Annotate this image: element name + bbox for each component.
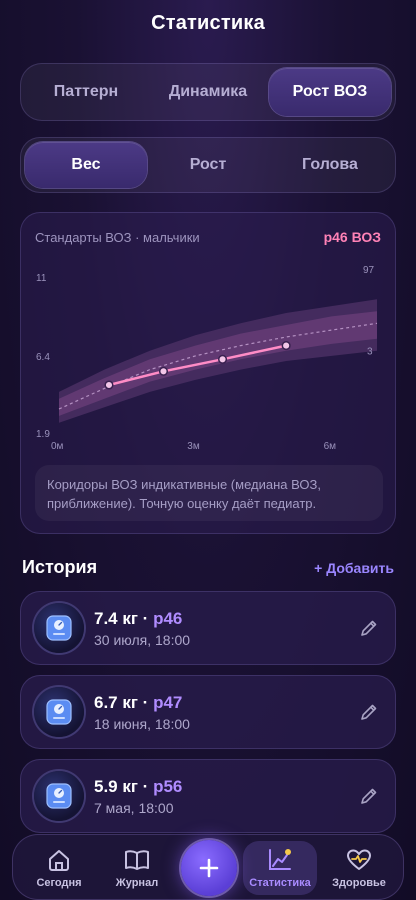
scale-icon (34, 603, 84, 653)
tab-height[interactable]: Рост (147, 142, 269, 188)
add-fab-button[interactable] (181, 840, 237, 896)
book-icon (125, 850, 149, 870)
entry-date: 7 мая, 18:00 (94, 800, 174, 816)
tab-who-growth[interactable]: Рост ВОЗ (269, 68, 391, 116)
chart-header: Стандарты ВОЗ · мальчики p46 ВОЗ (35, 229, 381, 245)
who-chart-card: Стандарты ВОЗ · мальчики p46 ВОЗ 11 6.4 1.… (20, 212, 396, 534)
data-point (158, 366, 169, 376)
pencil-icon[interactable] (359, 618, 379, 638)
x-tick-label: 3м (187, 441, 200, 452)
tab-today[interactable]: Сегодня (23, 841, 95, 895)
history-entry[interactable]: 6.7 кг · p47 18 июня, 18:00 (20, 675, 396, 749)
chart-note: Коридоры ВОЗ индикативные (медиана ВОЗ, … (35, 465, 383, 521)
history-entry[interactable]: 7.4 кг · p46 30 июля, 18:00 (20, 591, 396, 665)
home-icon (49, 850, 69, 871)
entry-value: 7.4 кг · p46 (94, 609, 183, 628)
metric-segmented-control: Вес Рост Голова (20, 137, 396, 193)
tab-label: Журнал (115, 877, 159, 889)
tab-statistics[interactable]: Статистика (243, 841, 317, 895)
heart-icon (347, 849, 371, 870)
tab-dynamics[interactable]: Динамика (147, 68, 269, 116)
add-entry-button[interactable]: + Добавить (314, 560, 394, 576)
scale-icon (34, 771, 84, 821)
tab-weight[interactable]: Вес (25, 142, 147, 188)
entry-value: 6.7 кг · p47 (94, 693, 183, 712)
tab-head[interactable]: Голова (269, 142, 391, 188)
screen: Статистика Паттерн Динамика Рост ВОЗ Вес… (0, 0, 416, 900)
chart-icon (269, 849, 291, 870)
data-point (217, 354, 228, 364)
band-label-lower: 3 (367, 347, 373, 358)
tab-label: Здоровье (332, 877, 386, 889)
chart-subtitle: Стандарты ВОЗ · мальчики (35, 229, 200, 245)
pencil-icon[interactable] (359, 702, 379, 722)
y-tick-label: 11 (36, 273, 47, 284)
y-tick-label: 6.4 (36, 352, 50, 363)
tab-pattern[interactable]: Паттерн (25, 68, 147, 116)
entry-date: 30 июля, 18:00 (94, 632, 191, 648)
growth-chart: 11 6.4 1.90м 3м 6м 97 3 (36, 265, 378, 452)
data-point (281, 341, 291, 351)
scale-icon (34, 687, 84, 737)
tab-label: Статистика (249, 877, 311, 889)
x-tick-label: 6м (324, 441, 337, 452)
percentile-badge: p46 ВОЗ (323, 229, 381, 245)
history-header: История + Добавить (22, 557, 394, 578)
x-tick-label: 0м (51, 441, 64, 452)
view-segmented-control: Паттерн Динамика Рост ВОЗ (20, 63, 396, 121)
y-tick-label: 1.9 (36, 429, 50, 440)
entry-date: 18 июня, 18:00 (94, 716, 190, 732)
band-label-upper: 97 (363, 265, 375, 276)
history-title: История (22, 557, 98, 577)
plus-icon (199, 858, 219, 878)
history-entry[interactable]: 5.9 кг · p56 7 мая, 18:00 (20, 759, 396, 833)
entry-value: 5.9 кг · p56 (94, 777, 183, 796)
pencil-icon[interactable] (359, 786, 379, 806)
page-title: Статистика (151, 12, 265, 34)
tab-label: Сегодня (36, 877, 82, 889)
bottom-tab-bar: Сегодня Журнал Статистика Здоровье (12, 834, 404, 900)
tab-journal[interactable]: Журнал (101, 841, 173, 895)
data-point (104, 380, 114, 390)
tab-health[interactable]: Здоровье (321, 841, 397, 895)
